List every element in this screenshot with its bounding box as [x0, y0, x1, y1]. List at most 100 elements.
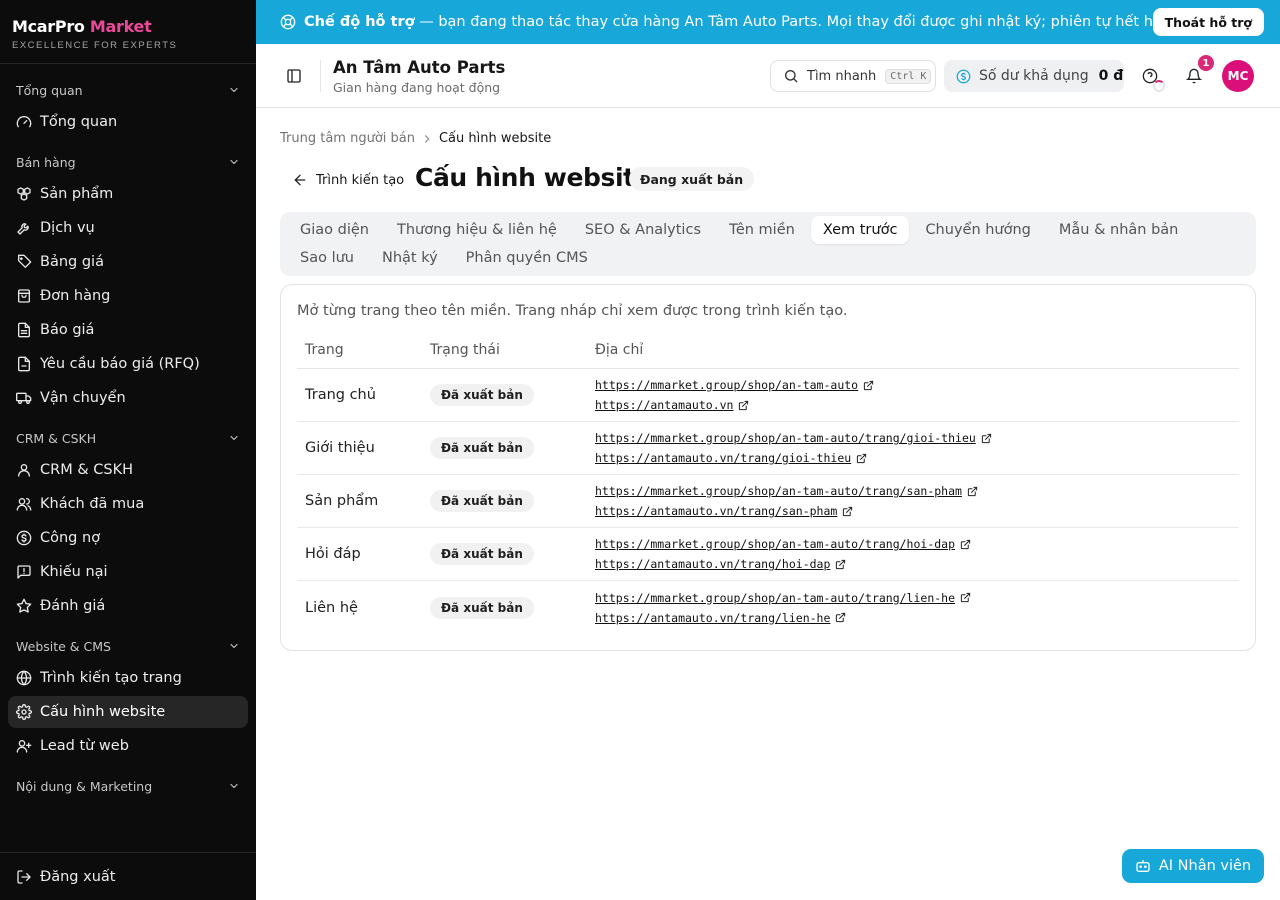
nav-group-header[interactable]: Bán hàng: [0, 150, 256, 174]
url-link[interactable]: https://antamauto.vn/trang/hoi-dap: [595, 554, 1239, 574]
breadcrumb-parent[interactable]: Trung tâm người bán: [280, 131, 415, 146]
nav-group-header[interactable]: Website & CMS: [0, 634, 256, 658]
tab[interactable]: Nhật ký: [370, 244, 450, 272]
tab[interactable]: Xem trước: [810, 216, 910, 244]
tab[interactable]: Sao lưu: [288, 244, 366, 272]
column-header-status: Trạng thái: [430, 341, 500, 358]
balance-label: Số dư khả dụng: [979, 68, 1089, 84]
banner-text: — bạn đang thao tác thay cửa hàng An Tâm…: [414, 14, 1247, 30]
sidebar-item[interactable]: Đơn hàng: [8, 280, 248, 312]
sidebar-item[interactable]: Dịch vụ: [8, 212, 248, 244]
url-link[interactable]: https://antamauto.vn: [595, 395, 1239, 415]
ai-assistant-button[interactable]: AI Nhân viên: [1122, 849, 1264, 883]
external-link-icon: [836, 612, 846, 623]
bell-icon[interactable]: [1186, 68, 1202, 84]
header-divider: [320, 60, 321, 92]
settings-icon: [16, 704, 32, 720]
balance-chip[interactable]: Số dư khả dụng 0 đ: [944, 60, 1124, 92]
external-link-icon: [863, 380, 874, 390]
back-label: Trình kiến tạo: [316, 172, 405, 188]
nav-group-header[interactable]: CRM & CSKH: [0, 426, 256, 450]
sidebar-item[interactable]: Trình kiến tạo trang: [8, 662, 248, 694]
sidebar-item[interactable]: Khiếu nại: [8, 556, 248, 588]
chevron-right-icon: [424, 134, 430, 143]
chevron-down-icon: [230, 783, 238, 789]
back-to-builder-button[interactable]: Trình kiến tạo: [284, 165, 412, 195]
support-mode-banner: Chế độ hỗ trợ — bạn đang thao tác thay c…: [256, 0, 1280, 44]
nav-group-header[interactable]: Tổng quan: [0, 78, 256, 102]
nav-group-label: Website & CMS: [16, 638, 111, 654]
url-link[interactable]: https://mmarket.group/shop/an-tam-auto/t…: [595, 481, 1239, 501]
external-link-icon: [857, 453, 867, 463]
url-link[interactable]: https://antamauto.vn/trang/san-pham: [595, 501, 1239, 521]
sidebar-item-label: Báo giá: [40, 322, 95, 338]
url-text: https://antamauto.vn/trang/san-pham: [595, 504, 838, 518]
status-cell: Đã xuất bản: [422, 437, 587, 459]
sidebar-item[interactable]: Yêu cầu báo giá (RFQ): [8, 348, 248, 380]
sidebar-item-label: Trình kiến tạo trang: [40, 670, 182, 686]
boxes-icon: [17, 187, 31, 201]
tab[interactable]: Chuyển hướng: [913, 216, 1042, 244]
url-text: https://mmarket.group/shop/an-tam-auto/t…: [595, 590, 956, 605]
url-link[interactable]: https://mmarket.group/shop/an-tam-auto/t…: [595, 588, 1239, 608]
tab[interactable]: Tên miền: [717, 216, 807, 244]
store-name: An Tâm Auto Parts: [333, 58, 506, 77]
url-link[interactable]: https://antamauto.vn/trang/lien-he: [595, 608, 1239, 628]
sidebar-item[interactable]: Cấu hình website: [8, 696, 248, 728]
sidebar-item-label: CRM & CSKH: [40, 462, 133, 478]
sidebar-toggle-icon[interactable]: [286, 68, 302, 84]
page-name: Trang chủ: [305, 387, 376, 403]
tab[interactable]: Phân quyền CMS: [454, 244, 600, 272]
exit-support-button[interactable]: Thoát hỗ trợ: [1152, 8, 1264, 36]
tab[interactable]: SEO & Analytics: [573, 216, 713, 244]
brand-logo[interactable]: McarPro Market EXCELLENCE FOR EXPERTS: [12, 17, 177, 51]
shopping-bag-icon: [18, 289, 30, 303]
sidebar-item[interactable]: Đánh giá: [8, 590, 248, 622]
store-status: Gian hàng đang hoạt động: [333, 80, 501, 95]
status-badge: Đã xuất bản: [430, 490, 534, 512]
url-link[interactable]: https://mmarket.group/shop/an-tam-auto/t…: [595, 428, 1239, 448]
chevron-down-icon: [230, 159, 238, 165]
sidebar-item[interactable]: Tổng quan: [8, 106, 248, 138]
logout-button[interactable]: Đăng xuất: [0, 852, 256, 900]
ai-button-label: AI Nhân viên: [1158, 858, 1252, 874]
nav-group-header[interactable]: Nội dung & Marketing: [0, 774, 256, 798]
nav-group-label: Bán hàng: [16, 154, 76, 170]
url-link[interactable]: https://mmarket.group/shop/an-tam-auto/t…: [595, 534, 1239, 554]
external-link-icon: [843, 506, 853, 516]
sidebar-item[interactable]: Lead từ web: [8, 730, 248, 762]
avatar[interactable]: MC: [1222, 60, 1254, 92]
url-link[interactable]: https://mmarket.group/shop/an-tam-auto: [595, 375, 1239, 395]
page-title: Cấu hình website: [415, 163, 652, 192]
sidebar-item[interactable]: Công nợ: [8, 522, 248, 554]
external-link-icon: [960, 592, 971, 603]
tab[interactable]: Giao diện: [288, 216, 381, 244]
status-badge: Đã xuất bản: [430, 596, 534, 619]
column-header-url: Địa chỉ: [595, 341, 644, 358]
preview-table: Trang Trạng thái Địa chỉ Trang chủ Đã xuấ…: [297, 331, 1239, 634]
notification-badge: 1: [1198, 55, 1214, 71]
url-cell: https://mmarket.group/shop/an-tam-auto/t…: [587, 588, 1239, 628]
sidebar-item[interactable]: Bảng giá: [8, 246, 248, 278]
url-link[interactable]: https://antamauto.vn/trang/gioi-thieu: [595, 448, 1239, 468]
gauge-icon: [16, 116, 32, 128]
message-alert-icon: [17, 565, 31, 579]
sidebar-item[interactable]: CRM & CSKH: [8, 454, 248, 486]
quick-search-button[interactable]: Tìm nhanh Ctrl K: [770, 60, 936, 92]
sidebar-item[interactable]: Sản phẩm: [8, 178, 248, 210]
url-cell: https://mmarket.group/shop/an-tam-auto ht…: [587, 375, 1239, 415]
balance-value: 0 đ: [1098, 68, 1124, 84]
table-row: Giới thiệu Đã xuất bản https://mmarket.gro…: [297, 422, 1239, 475]
truck-icon: [16, 392, 32, 404]
url-text: https://mmarket.group/shop/an-tam-auto/t…: [595, 537, 956, 551]
tab[interactable]: Mẫu & nhân bản: [1047, 216, 1190, 244]
sidebar-item[interactable]: Vận chuyển: [8, 382, 248, 414]
table-row: Liên hệ Đã xuất bản https://mmarket.group/…: [297, 581, 1239, 634]
sidebar-item[interactable]: Báo giá: [8, 314, 248, 346]
nav-group-label: Tổng quan: [16, 82, 83, 98]
sidebar-item[interactable]: Khách đã mua: [8, 488, 248, 520]
tab[interactable]: Thương hiệu & liên hệ: [385, 216, 569, 244]
breadcrumb: Trung tâm người bán Cấu hình website: [280, 131, 551, 146]
users-icon: [16, 498, 32, 511]
search-label: Tìm nhanh: [807, 68, 877, 84]
